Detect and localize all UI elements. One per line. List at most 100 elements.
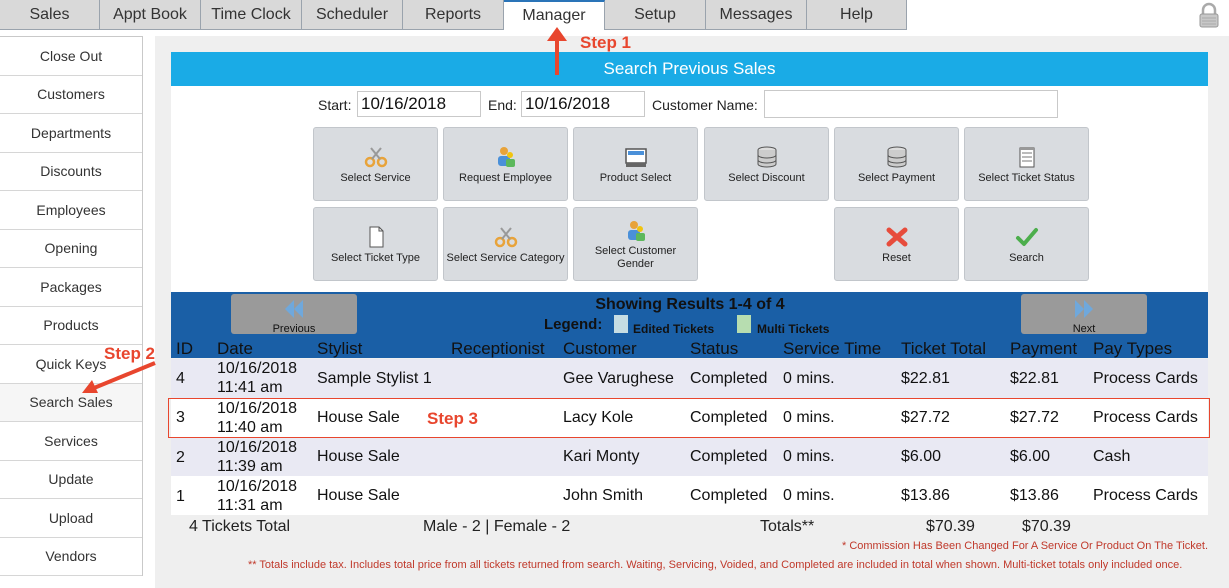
cell-ticket-total: $13.86 xyxy=(901,487,950,504)
cell-id: 1 xyxy=(176,488,185,505)
cell-date: 10/16/2018 11:31 am xyxy=(217,477,297,515)
sidebar-item-employees[interactable]: Employees xyxy=(0,191,142,230)
tickets-total: 4 Tickets Total xyxy=(189,518,291,535)
select-service-category-button[interactable]: Select Service Category xyxy=(443,207,568,281)
lock-icon[interactable] xyxy=(1196,2,1222,28)
tab-messages[interactable]: Messages xyxy=(706,0,807,30)
cell-stylist: Sample Stylist 1 xyxy=(317,370,432,387)
select-discount-label: Select Discount xyxy=(728,172,805,184)
cell-id: 2 xyxy=(176,449,185,466)
commission-note: * Commission Has Been Changed For A Serv… xyxy=(842,540,1209,552)
sidebar-item-services[interactable]: Services xyxy=(0,422,142,461)
sidebar-item-opening[interactable]: Opening xyxy=(0,230,142,268)
sidebar-item-departments[interactable]: Departments xyxy=(0,114,142,153)
col-header-service-time[interactable]: Service Time xyxy=(783,339,881,359)
step3-annotation: Step 3 xyxy=(427,409,479,428)
select-ticket-status-button[interactable]: Select Ticket Status xyxy=(964,127,1089,201)
tab-appt-book[interactable]: Appt Book xyxy=(100,0,201,30)
product-select-button[interactable]: Product Select xyxy=(573,127,698,201)
legend-multi-label: Multi Tickets xyxy=(757,322,830,336)
totals-label: Totals** xyxy=(760,518,815,535)
select-service-button[interactable]: Select Service xyxy=(313,127,438,201)
top-navigation: Sales Appt Book Time Clock Scheduler Rep… xyxy=(0,0,1229,30)
col-header-receptionist[interactable]: Receptionist xyxy=(451,339,545,359)
request-employee-button[interactable]: Request Employee xyxy=(443,127,568,201)
sidebar: Close Out Customers Departments Discount… xyxy=(0,36,143,576)
database-icon xyxy=(757,146,776,168)
select-customer-gender-line2: Gender xyxy=(617,258,654,270)
cell-customer: Kari Monty xyxy=(563,448,640,465)
step1-annotation: Step 1 xyxy=(580,33,632,52)
col-header-customer[interactable]: Customer xyxy=(563,339,637,359)
cell-pay-types: Cash xyxy=(1093,448,1131,465)
cell-stylist: House Sale xyxy=(317,448,400,465)
table-row[interactable]: 4 10/16/2018 11:41 am Sample Stylist 1 Ge… xyxy=(171,359,1208,398)
sidebar-item-discounts[interactable]: Discounts xyxy=(0,153,142,191)
tab-help[interactable]: Help xyxy=(807,0,907,30)
select-customer-gender-line1: Select Customer xyxy=(594,245,677,257)
scissors-icon xyxy=(364,147,387,168)
cell-ticket-total: $6.00 xyxy=(901,448,942,465)
next-button[interactable]: Next xyxy=(1021,294,1147,335)
col-header-payment[interactable]: Payment xyxy=(1010,339,1077,359)
request-employee-label: Request Employee xyxy=(459,172,552,184)
cell-payment: $22.81 xyxy=(1010,370,1059,387)
register-icon xyxy=(624,148,647,167)
totals-note: ** Totals include tax. Includes total pr… xyxy=(248,559,1183,571)
col-header-date[interactable]: Date xyxy=(217,339,253,359)
table-row[interactable]: 1 10/16/2018 11:31 am House Sale John Smi… xyxy=(171,476,1208,515)
select-payment-button[interactable]: Select Payment xyxy=(834,127,959,201)
database-icon xyxy=(887,146,906,168)
select-ticket-status-label: Select Ticket Status xyxy=(978,172,1075,184)
sidebar-item-upload[interactable]: Upload xyxy=(0,499,142,538)
col-header-id[interactable]: ID xyxy=(176,339,193,359)
legend-label: Legend: xyxy=(544,316,603,333)
search-label: Search xyxy=(1009,252,1044,264)
end-date-input[interactable]: 10/16/2018 xyxy=(521,91,645,117)
select-payment-label: Select Payment xyxy=(857,172,936,184)
totals-ticket-total: $70.39 xyxy=(926,518,975,535)
select-ticket-type-button[interactable]: Select Ticket Type xyxy=(313,207,438,281)
reset-button[interactable]: Reset xyxy=(834,207,959,281)
cell-service-time: 0 mins. xyxy=(783,448,835,465)
scissors-icon xyxy=(494,227,517,248)
cell-pay-types: Process Cards xyxy=(1093,487,1198,504)
previous-button[interactable]: Previous xyxy=(231,294,357,335)
select-service-category-label: Select Service Category xyxy=(446,252,565,264)
start-label: Start: xyxy=(318,97,352,113)
sidebar-item-customers[interactable]: Customers xyxy=(0,76,142,114)
select-ticket-type-label: Select Ticket Type xyxy=(330,252,421,264)
cell-status: Completed xyxy=(690,448,768,465)
sidebar-item-update[interactable]: Update xyxy=(0,461,142,499)
page-title: Search Previous Sales xyxy=(171,52,1208,86)
cell-stylist: House Sale xyxy=(317,487,400,504)
sidebar-item-packages[interactable]: Packages xyxy=(0,268,142,307)
legend-edited-label: Edited Tickets xyxy=(633,322,715,336)
col-header-status[interactable]: Status xyxy=(690,339,738,359)
table-row[interactable]: 2 10/16/2018 11:39 am House Sale Kari Mon… xyxy=(171,437,1208,476)
totals-payment: $70.39 xyxy=(1022,518,1071,535)
select-discount-button[interactable]: Select Discount xyxy=(704,127,829,201)
tab-scheduler[interactable]: Scheduler xyxy=(302,0,403,30)
app-window: Sales Appt Book Time Clock Scheduler Rep… xyxy=(0,0,1229,588)
x-icon xyxy=(886,227,907,247)
col-header-stylist[interactable]: Stylist xyxy=(317,339,362,359)
sidebar-item-vendors[interactable]: Vendors xyxy=(0,538,142,576)
tab-time-clock[interactable]: Time Clock xyxy=(201,0,302,30)
cell-date-time: 11:31 am xyxy=(217,497,283,514)
sidebar-item-products[interactable]: Products xyxy=(0,307,142,345)
sidebar-item-close-out[interactable]: Close Out xyxy=(0,37,142,76)
customer-name-input[interactable] xyxy=(764,90,1058,118)
select-service-label: Select Service xyxy=(340,172,411,184)
legend-edited-swatch xyxy=(614,315,628,333)
tab-setup[interactable]: Setup xyxy=(605,0,706,30)
start-date-input[interactable]: 10/16/2018 xyxy=(357,91,481,117)
cell-date-day: 10/16/2018 xyxy=(217,439,298,456)
col-header-pay-types[interactable]: Pay Types xyxy=(1093,339,1172,359)
col-header-ticket-total[interactable]: Ticket Total xyxy=(901,339,986,359)
search-button[interactable]: Search xyxy=(964,207,1089,281)
tab-reports[interactable]: Reports xyxy=(403,0,504,30)
select-customer-gender-button[interactable]: Select Customer Gender xyxy=(573,207,698,281)
cell-service-time: 0 mins. xyxy=(783,370,835,387)
tab-sales[interactable]: Sales xyxy=(0,0,100,30)
